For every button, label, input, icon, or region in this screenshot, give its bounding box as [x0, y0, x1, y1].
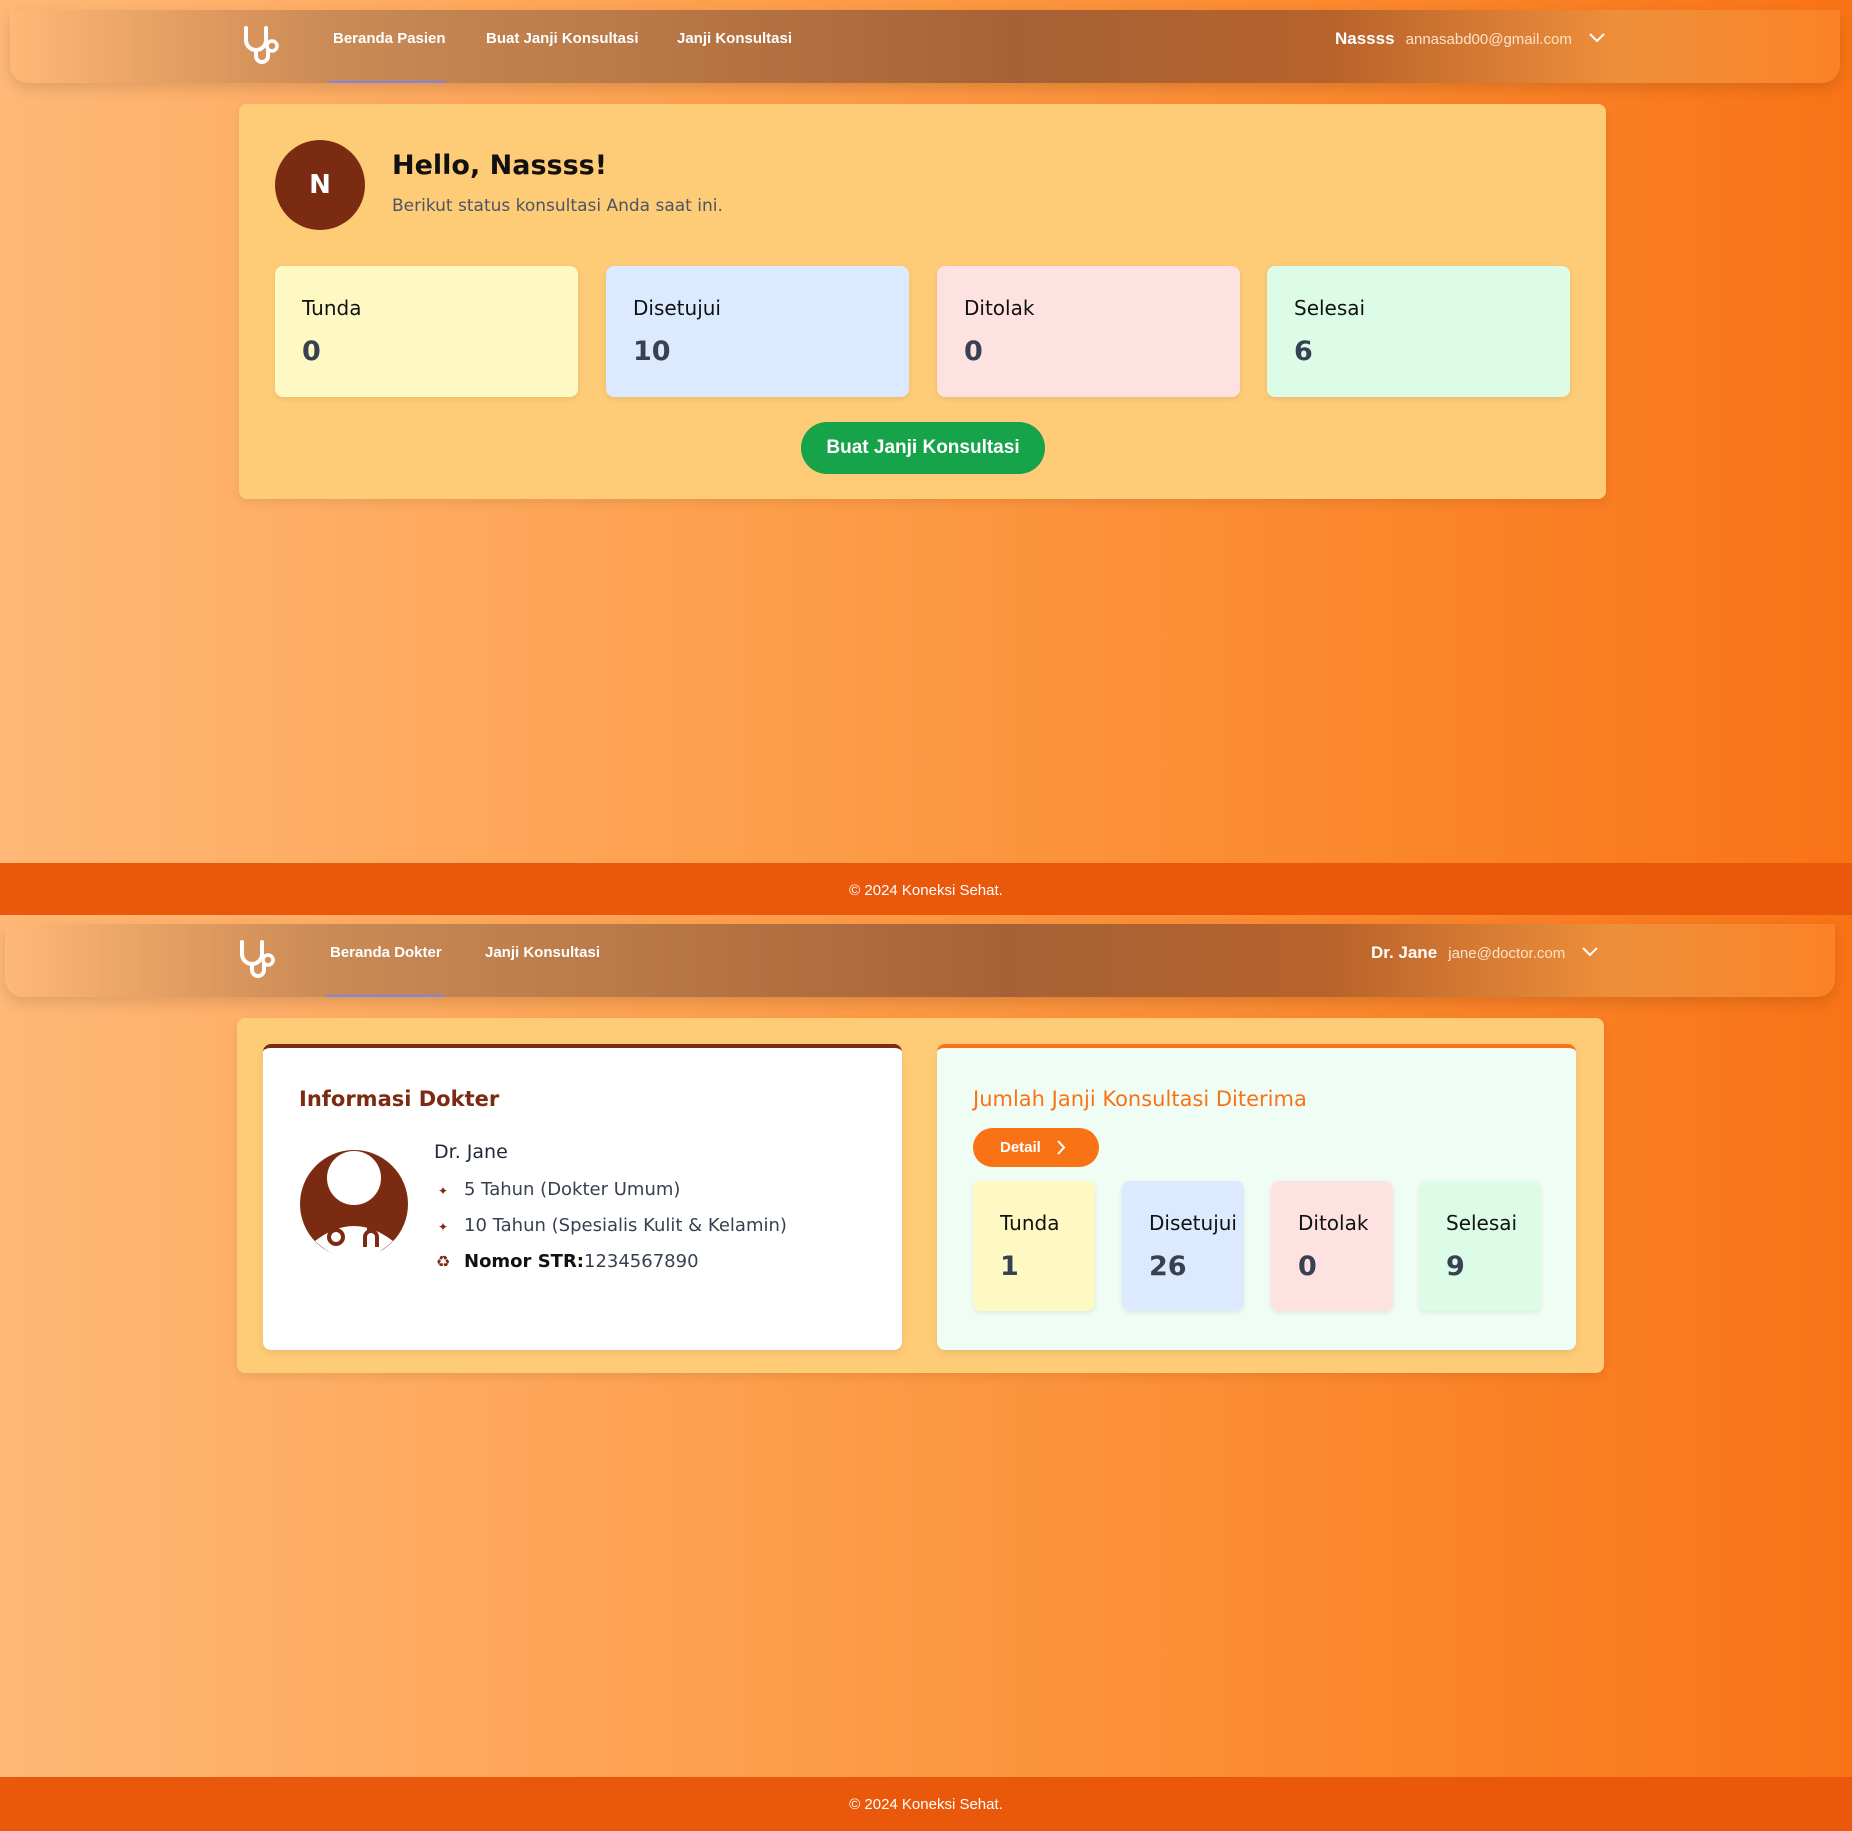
license-icon: ♻: [435, 1252, 451, 1271]
user-email: jane@doctor.com: [1448, 945, 1566, 962]
stat-card-disetujui: Disetujui 10: [606, 266, 909, 397]
stat-card-ditolak: Ditolak 0: [1271, 1181, 1393, 1311]
greeting-title: Hello, Nassss!: [392, 150, 608, 181]
stat-value: 0: [1298, 1251, 1317, 1282]
stat-label: Tunda: [302, 296, 362, 320]
experience-icon: ✦: [437, 1184, 449, 1198]
stat-value: 0: [302, 336, 321, 367]
top-navbar: Beranda Pasien Buat Janji Konsultasi Jan…: [10, 10, 1840, 83]
stat-value: 6: [1294, 336, 1313, 367]
experience-icon: ✦: [437, 1220, 449, 1234]
top-navbar: Beranda Dokter Janji Konsultasi Dr. Jane…: [5, 924, 1835, 997]
str-value: 1234567890: [584, 1251, 699, 1272]
chevron-down-icon[interactable]: [1582, 947, 1599, 957]
stethoscope-icon[interactable]: [236, 938, 278, 982]
chevron-down-icon[interactable]: [1589, 33, 1605, 43]
doctor-panel: Informasi Dokter Dr. Jane ✦ 5 Tahun (Dokt…: [237, 1018, 1604, 1373]
chevron-right-icon: [1057, 1140, 1066, 1155]
experience-text: 10 Tahun (Spesialis Kulit & Kelamin): [464, 1215, 787, 1236]
appointments-card: Jumlah Janji Konsultasi Diterima Detail …: [937, 1044, 1576, 1350]
stat-value: 1: [1000, 1251, 1019, 1282]
stat-card-tunda: Tunda 1: [973, 1181, 1095, 1311]
avatar: N: [275, 140, 365, 230]
stat-value: 9: [1446, 1251, 1465, 1282]
str-row: ♻ Nomor STR:1234567890: [434, 1251, 699, 1272]
str-label: Nomor STR:: [464, 1251, 584, 1272]
user-menu[interactable]: Nassss annasabd00@gmail.com: [1335, 10, 1605, 83]
nav-janji-konsultasi[interactable]: Janji Konsultasi: [485, 924, 600, 997]
stat-value: 10: [633, 336, 671, 367]
stat-card-selesai: Selesai 9: [1419, 1181, 1541, 1311]
detail-label: Detail: [1000, 1139, 1041, 1156]
experience-row: ✦ 5 Tahun (Dokter Umum): [434, 1179, 680, 1200]
card-title: Jumlah Janji Konsultasi Diterima: [973, 1087, 1307, 1111]
nav-janji-konsultasi[interactable]: Janji Konsultasi: [677, 10, 792, 83]
nav-buat-janji-konsultasi[interactable]: Buat Janji Konsultasi: [486, 10, 639, 83]
doctor-name: Dr. Jane: [434, 1141, 508, 1163]
footer: © 2024 Koneksi Sehat.: [0, 863, 1852, 915]
stat-card-ditolak: Ditolak 0: [937, 266, 1240, 397]
stat-value: 0: [964, 336, 983, 367]
stat-label: Disetujui: [633, 296, 721, 320]
nav-beranda-dokter[interactable]: Beranda Dokter: [330, 924, 442, 997]
stat-label: Selesai: [1294, 296, 1366, 320]
stat-card-tunda: Tunda 0: [275, 266, 578, 397]
user-menu[interactable]: Dr. Jane jane@doctor.com: [1371, 924, 1599, 997]
card-title: Informasi Dokter: [299, 1087, 500, 1111]
stat-label: Ditolak: [964, 296, 1035, 320]
user-name: Nassss: [1335, 29, 1395, 48]
buat-janji-konsultasi-button[interactable]: Buat Janji Konsultasi: [801, 422, 1045, 474]
active-tab-indicator: [329, 81, 446, 83]
footer: © 2024 Koneksi Sehat.: [0, 1777, 1852, 1831]
user-email: annasabd00@gmail.com: [1405, 31, 1572, 48]
doctor-avatar-icon: [300, 1150, 408, 1259]
stat-label: Selesai: [1446, 1211, 1518, 1235]
nav-beranda-pasien[interactable]: Beranda Pasien: [333, 10, 446, 83]
patient-dashboard-screen: Beranda Pasien Buat Janji Konsultasi Jan…: [0, 0, 1852, 915]
doctor-dashboard-screen: Beranda Dokter Janji Konsultasi Dr. Jane…: [0, 915, 1852, 1831]
greeting-subtitle: Berikut status konsultasi Anda saat ini.: [392, 196, 723, 216]
active-tab-indicator: [326, 995, 444, 997]
doctor-info-card: Informasi Dokter Dr. Jane ✦ 5 Tahun (Dokt…: [263, 1044, 902, 1350]
experience-row: ✦ 10 Tahun (Spesialis Kulit & Kelamin): [434, 1215, 787, 1236]
user-name: Dr. Jane: [1371, 943, 1438, 962]
stat-card-disetujui: Disetujui 26: [1122, 1181, 1244, 1311]
stat-card-selesai: Selesai 6: [1267, 266, 1570, 397]
detail-button[interactable]: Detail: [973, 1128, 1099, 1167]
stat-label: Disetujui: [1149, 1211, 1237, 1235]
stat-label: Ditolak: [1298, 1211, 1369, 1235]
stat-value: 26: [1149, 1251, 1187, 1282]
stat-label: Tunda: [1000, 1211, 1060, 1235]
status-panel: N Hello, Nassss! Berikut status konsulta…: [239, 104, 1606, 499]
experience-text: 5 Tahun (Dokter Umum): [464, 1179, 681, 1200]
stethoscope-icon[interactable]: [240, 24, 282, 68]
